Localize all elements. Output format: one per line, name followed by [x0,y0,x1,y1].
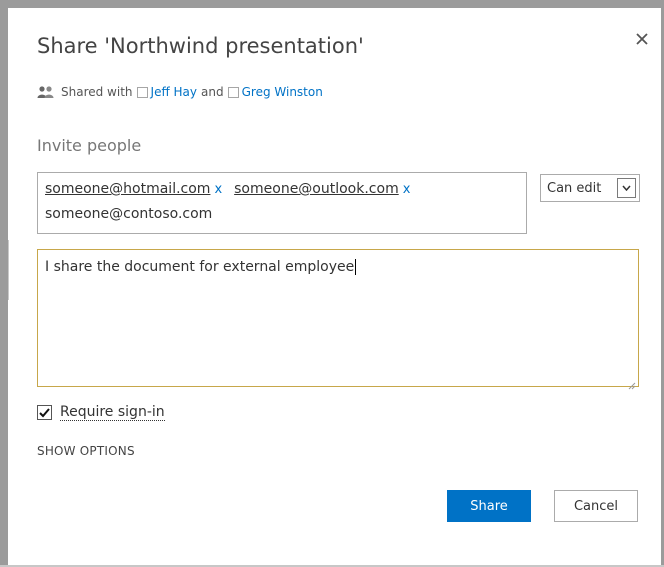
recipient-email[interactable]: someone@hotmail.com [45,181,210,197]
message-textarea[interactable]: I share the document for external employ… [37,249,639,390]
people-icon [37,85,55,99]
shared-person-link[interactable]: Jeff Hay [151,85,197,99]
shared-with-prefix: Shared with [61,85,133,99]
invite-people-label: Invite people [37,136,142,155]
permission-value: Can edit [547,180,602,196]
remove-recipient-button[interactable]: x [214,182,222,197]
recipient-email[interactable]: someone@outlook.com [234,181,399,197]
shared-with-conjunction: and [201,85,224,99]
share-dialog: Share 'Northwind presentation' Shared wi… [9,8,661,565]
show-options-link[interactable]: SHOW OPTIONS [37,444,135,458]
invite-people-input[interactable]: someone@hotmail.com x someone@outlook.com x… [37,172,527,234]
require-signin-row[interactable]: Require sign-in [37,404,165,421]
person-presence-box [136,86,148,98]
text-caret [355,259,357,275]
background-window-left [0,0,8,567]
shared-with-row: Shared with Jeff Hay and Greg Winston [37,82,323,102]
background-window-top [0,0,664,8]
permission-dropdown[interactable]: Can edit [540,174,640,202]
share-button[interactable]: Share [447,490,531,522]
typed-email-text: someone@contoso.com [45,206,213,222]
require-signin-label[interactable]: Require sign-in [60,404,165,421]
remove-recipient-button[interactable]: x [403,182,411,197]
chevron-down-icon[interactable] [617,178,636,198]
dialog-title: Share 'Northwind presentation' [37,34,364,58]
cancel-button[interactable]: Cancel [554,490,638,522]
close-icon[interactable] [631,28,653,50]
message-text: I share the document for external employ… [45,259,355,275]
require-signin-checkbox[interactable] [37,405,52,420]
shared-person-link[interactable]: Greg Winston [242,85,323,99]
resize-grip-icon[interactable] [627,375,636,390]
person-presence-box [227,86,239,98]
